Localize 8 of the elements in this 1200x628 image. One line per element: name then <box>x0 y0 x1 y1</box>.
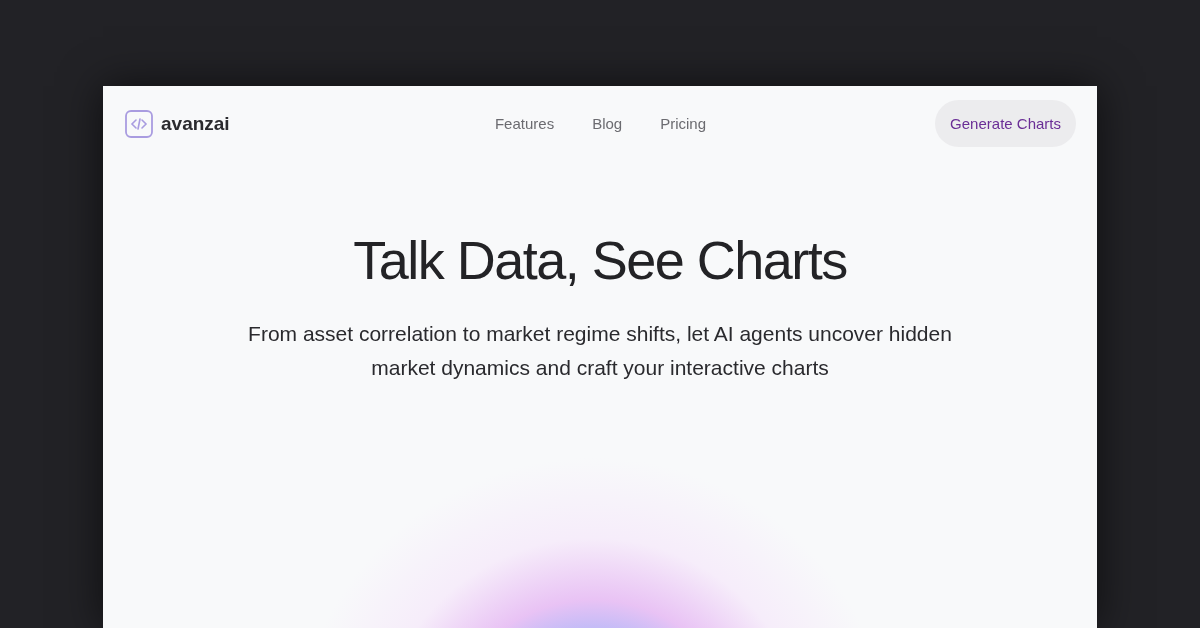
nav-link[interactable]: Blog <box>592 115 623 132</box>
nav-link[interactable]: Pricing <box>660 115 707 132</box>
generate-charts-button[interactable]: Generate Charts <box>935 100 1076 147</box>
hero-subtitle: From asset correlation to market regime shifts, let AI agents uncover hidden market dynamics and craft your interactive charts <box>247 321 953 381</box>
brand-name: avanzai <box>161 112 230 135</box>
nav-link[interactable]: Features <box>494 115 555 132</box>
code-brackets-icon <box>125 109 153 138</box>
hero-title: Talk Data, See Charts <box>353 229 847 291</box>
